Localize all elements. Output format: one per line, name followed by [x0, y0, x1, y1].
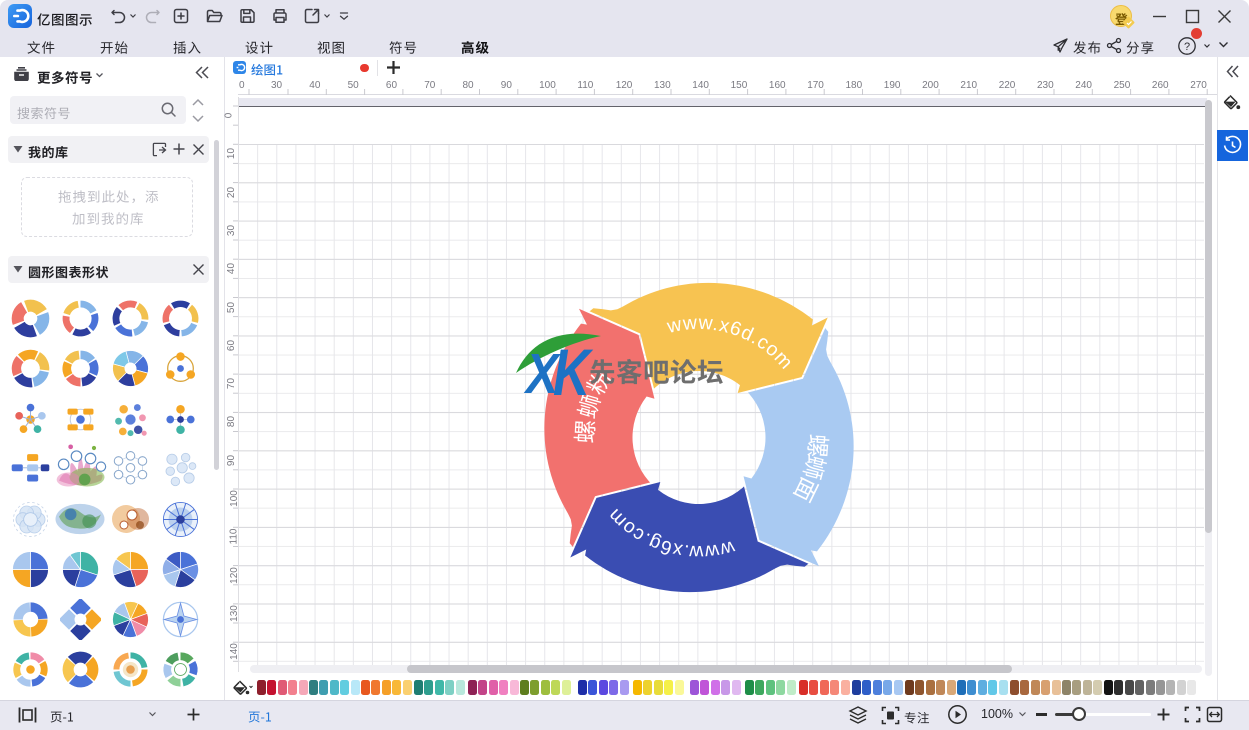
svg-text:K: K [553, 335, 594, 410]
svg-text:?: ? [1184, 41, 1190, 53]
